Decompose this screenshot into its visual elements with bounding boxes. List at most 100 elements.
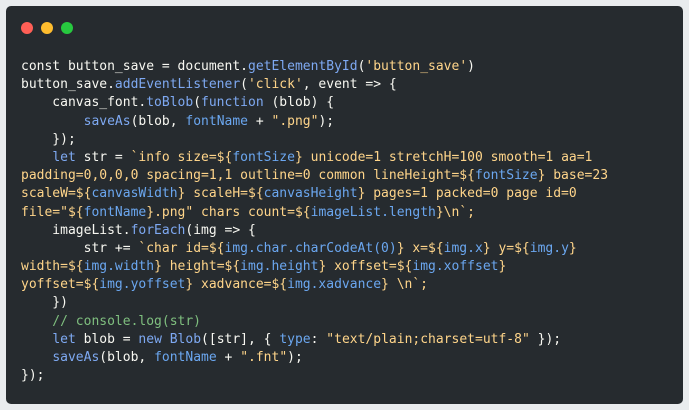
code-token: file="${ bbox=[21, 204, 84, 220]
code-line: saveAs(blob, fontName + ".fnt"); bbox=[21, 349, 608, 367]
maximize-dot-icon[interactable] bbox=[61, 22, 73, 34]
code-token: const button_save = bbox=[21, 59, 178, 74]
code-token: (blob) { bbox=[263, 95, 335, 111]
code-token: : bbox=[310, 331, 327, 347]
code-token: } unicode=1 stretchH=100 smooth=1 aa=1 bbox=[294, 149, 593, 165]
code-token: } xoffset=${ bbox=[318, 259, 413, 275]
code-token: ([str], { bbox=[201, 331, 280, 347]
code-token: (blob, bbox=[99, 350, 155, 365]
code-token: button_save. bbox=[21, 77, 115, 93]
code-token: canvasWidth bbox=[91, 186, 178, 202]
code-token: yoffset=${ bbox=[21, 277, 100, 293]
code-line: const button_save = document.getElementB… bbox=[21, 58, 608, 76]
code-token: , event => { bbox=[302, 77, 397, 93]
code-token: }.png" chars count=${ bbox=[146, 204, 311, 220]
code-token: imageList.length bbox=[310, 204, 436, 220]
code-token: `info size=${ bbox=[130, 149, 233, 165]
code-token: forEach bbox=[130, 222, 186, 238]
code-token: fontName bbox=[154, 350, 217, 365]
code-token: }); bbox=[529, 331, 562, 347]
code-token: (blob, bbox=[130, 113, 186, 129]
code-line: let str = `info size=${fontSize} unicode… bbox=[21, 149, 608, 167]
code-token: ); bbox=[287, 350, 303, 365]
code-token: ( bbox=[240, 77, 248, 93]
code-line: padding=0,0,0,0 spacing=1,1 outline=0 co… bbox=[21, 167, 608, 185]
code-token: img.xoffset bbox=[412, 259, 499, 275]
code-token: fontSize bbox=[474, 168, 538, 184]
code-line: width=${img.width} height=${img.height} … bbox=[21, 258, 608, 276]
code-line: }) bbox=[21, 294, 608, 312]
code-token: } x=${ bbox=[396, 240, 444, 256]
code-token: "text/plain;charset=utf-8" bbox=[326, 331, 530, 347]
code-token: str = bbox=[75, 149, 131, 165]
code-token: . bbox=[240, 59, 248, 74]
code-line: str += `char id=${img.char.charCodeAt(0)… bbox=[21, 240, 608, 258]
code-token: new bbox=[138, 331, 162, 347]
code-token: document bbox=[177, 59, 241, 74]
code-line: file="${fontName}.png" chars count=${ima… bbox=[21, 204, 608, 222]
code-token: canvasHeight bbox=[263, 186, 358, 202]
code-token: img.xadvance bbox=[287, 277, 382, 293]
code-line: button_save.addEventListener('click', ev… bbox=[21, 76, 608, 94]
code-window: const button_save = document.getElementB… bbox=[6, 6, 683, 404]
code-token: img.width bbox=[83, 259, 155, 275]
code-token: img.x bbox=[443, 240, 483, 256]
code-token: scaleW=${ bbox=[21, 186, 92, 202]
code-token: } \n`; bbox=[381, 277, 429, 293]
code-token: let bbox=[52, 149, 76, 165]
code-line: canvas_font.toBlob(function (blob) { bbox=[21, 94, 608, 112]
code-token: img.y bbox=[529, 240, 569, 256]
code-line: }); bbox=[21, 131, 608, 149]
code-token: getElementById bbox=[248, 59, 358, 74]
close-dot-icon[interactable] bbox=[21, 22, 33, 34]
code-token: + bbox=[248, 113, 272, 129]
minimize-dot-icon[interactable] bbox=[41, 22, 53, 34]
code-token: let bbox=[52, 331, 76, 347]
code-line: saveAs(blob, fontName + ".png"); bbox=[21, 113, 608, 131]
code-token: ( bbox=[193, 95, 202, 111]
code-token: type bbox=[279, 331, 311, 347]
code-token: padding=0,0,0,0 spacing=1,1 outline=0 co… bbox=[21, 168, 475, 184]
code-token: addEventListener bbox=[114, 77, 241, 93]
code-token: } base=23 bbox=[537, 168, 609, 184]
code-token: } height=${ bbox=[154, 259, 241, 275]
code-token: Blob bbox=[169, 331, 202, 347]
code-token: toBlob bbox=[146, 95, 194, 111]
code-token: 'button_save' bbox=[365, 59, 468, 74]
code-token: width=${ bbox=[21, 259, 84, 275]
code-line: }); bbox=[21, 367, 608, 385]
code-token: } xadvance=${ bbox=[185, 277, 288, 293]
code-token: ) bbox=[467, 59, 475, 74]
code-token: `char id=${ bbox=[138, 240, 225, 256]
code-token: // console.log(str) bbox=[21, 313, 202, 329]
code-token: }\n`; bbox=[435, 204, 475, 220]
code-token: str += bbox=[21, 240, 139, 256]
code-token: + bbox=[216, 350, 241, 365]
code-token: 'click' bbox=[247, 77, 303, 93]
code-token: }) bbox=[21, 295, 68, 311]
code-token: } bbox=[568, 240, 577, 256]
code-line: let blob = new Blob([str], { type: "text… bbox=[21, 331, 608, 349]
code-line: // console.log(str) bbox=[21, 313, 608, 331]
code-token: fontName bbox=[83, 204, 147, 220]
code-block: const button_save = document.getElementB… bbox=[21, 58, 608, 385]
code-token: (img => { bbox=[185, 222, 256, 238]
code-token: blob = bbox=[75, 331, 139, 347]
code-token: }); bbox=[21, 131, 76, 147]
code-token: fontSize bbox=[232, 149, 295, 165]
code-token: } scaleH=${ bbox=[177, 186, 264, 202]
code-line: scaleW=${canvasWidth} scaleH=${canvasHei… bbox=[21, 185, 608, 203]
code-token: img.char.charCodeAt(0) bbox=[224, 240, 397, 256]
code-line: yoffset=${img.yoffset} xadvance=${img.xa… bbox=[21, 276, 608, 294]
code-token: canvas_font. bbox=[21, 95, 147, 111]
code-token: fontName bbox=[185, 113, 249, 129]
code-token: saveAs bbox=[52, 350, 100, 365]
code-line: imageList.forEach(img => { bbox=[21, 222, 608, 240]
code-token: } bbox=[498, 259, 507, 275]
code-token: img.yoffset bbox=[99, 277, 186, 293]
code-token: } pages=1 packed=0 page id=0 bbox=[357, 186, 577, 202]
